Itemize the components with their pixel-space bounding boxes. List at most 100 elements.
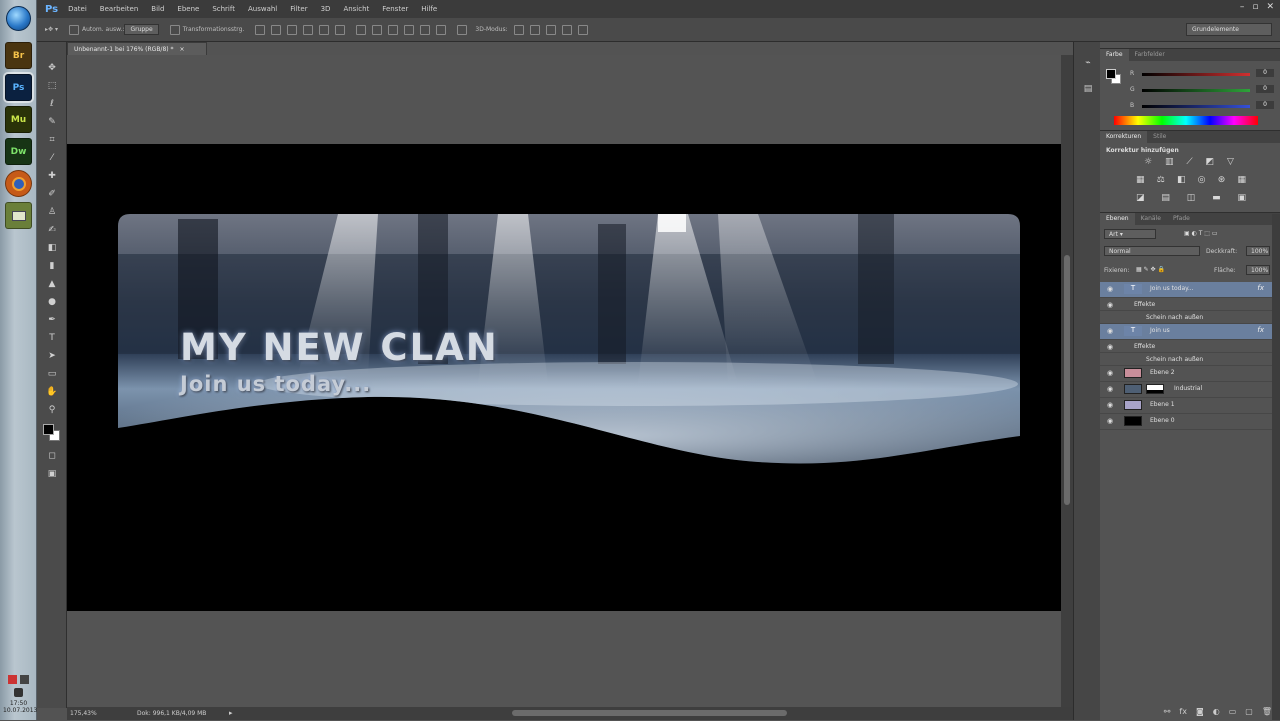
firefox-icon[interactable]	[5, 170, 32, 197]
threshold-icon[interactable]: ◫	[1187, 193, 1196, 203]
menu-item-3d[interactable]: 3D	[321, 5, 331, 13]
blur-tool-icon[interactable]: ▲	[46, 278, 58, 290]
hand-tool-icon[interactable]: ✋	[46, 386, 58, 398]
type-tool-icon[interactable]: T	[46, 332, 58, 344]
path-select-tool-icon[interactable]: ➤	[46, 350, 58, 362]
document-tab[interactable]: Unbenannt-1 bei 176% (RGB/8) * ×	[67, 42, 207, 55]
distribute-vcenter-icon[interactable]	[372, 24, 383, 35]
black-white-icon[interactable]: ◧	[1177, 175, 1186, 185]
channel-value-input[interactable]: 0	[1256, 101, 1274, 109]
channel-value-input[interactable]: 0	[1256, 85, 1274, 93]
selective-color-icon[interactable]: ▣	[1237, 193, 1246, 203]
menu-item-ansicht[interactable]: Ansicht	[343, 5, 369, 13]
move-tool-preset[interactable]: ▸✥ ▾	[45, 26, 58, 33]
layer-effect-row[interactable]: ◉ Effekte	[1100, 298, 1272, 311]
channel-mixer-icon[interactable]: ⊛	[1218, 175, 1226, 185]
clone-stamp-tool-icon[interactable]: ♙	[46, 206, 58, 218]
layer-style-icon[interactable]: fx	[1179, 707, 1187, 721]
new-group-icon[interactable]: ▭	[1229, 707, 1237, 721]
eye-icon[interactable]: ◉	[1107, 417, 1113, 425]
history-panel-icon[interactable]: ⌁	[1082, 58, 1094, 70]
vibrance-icon[interactable]: ▽	[1227, 157, 1234, 167]
clock-time[interactable]: 17:50	[3, 700, 34, 707]
color-panel-tab-1[interactable]: Farbfelder	[1129, 49, 1171, 61]
eyedropper-tool-icon[interactable]: ⁄	[46, 152, 58, 164]
app-icon[interactable]	[5, 202, 32, 229]
layer-row[interactable]: ◉ Industrial	[1100, 382, 1272, 398]
color-lookup-icon[interactable]: ▦	[1237, 175, 1246, 185]
eye-icon[interactable]: ◉	[1107, 401, 1113, 409]
menu-item-datei[interactable]: Datei	[68, 5, 87, 13]
gradient-map-icon[interactable]: ▬	[1212, 193, 1221, 203]
hue-saturation-icon[interactable]: ▦	[1136, 175, 1145, 185]
layer-mask-thumbnail[interactable]	[1146, 384, 1164, 394]
gradient-tool-icon[interactable]: ▮	[46, 260, 58, 272]
taskbar-app-br[interactable]: Br	[5, 42, 32, 69]
layers-panel-tab-0[interactable]: Ebenen	[1100, 213, 1135, 225]
align-hcenter-icon[interactable]	[319, 24, 330, 35]
layer-effect-row[interactable]: Schein nach außen	[1100, 353, 1272, 366]
screen-mode-icon[interactable]: ▣	[46, 468, 58, 480]
document-canvas[interactable]: MY NEW CLAN Join us today...	[67, 144, 1061, 611]
eraser-tool-icon[interactable]: ◧	[46, 242, 58, 254]
eye-icon[interactable]: ◉	[1107, 385, 1113, 393]
menu-item-filter[interactable]: Filter	[290, 5, 307, 13]
windows-start-button[interactable]	[6, 6, 31, 31]
layer-row[interactable]: ◉ Ebene 2	[1100, 366, 1272, 382]
auto-select-checkbox[interactable]	[68, 24, 79, 35]
minimize-icon[interactable]: –	[1240, 2, 1245, 12]
photo-filter-icon[interactable]: ◎	[1198, 175, 1206, 185]
quick-mask-icon[interactable]: ◻	[46, 450, 58, 462]
auto-align-icon[interactable]	[454, 24, 468, 35]
distribute-bottom-icon[interactable]	[388, 24, 399, 35]
eye-icon[interactable]: ◉	[1107, 369, 1113, 377]
healing-brush-tool-icon[interactable]: ✚	[46, 170, 58, 182]
curves-icon[interactable]: ⟋	[1186, 157, 1192, 167]
zoom-level[interactable]: 175,43%	[70, 710, 97, 717]
new-layer-icon[interactable]: ▢	[1245, 707, 1253, 721]
menu-item-fenster[interactable]: Fenster	[382, 5, 408, 13]
align-top-icon[interactable]	[255, 24, 266, 35]
posterize-icon[interactable]: ▤	[1161, 193, 1170, 203]
quick-select-tool-icon[interactable]: ✎	[46, 116, 58, 128]
brush-tool-icon[interactable]: ✐	[46, 188, 58, 200]
adjustments-panel-tab-1[interactable]: Stile	[1147, 131, 1172, 143]
channel-value-input[interactable]: 0	[1256, 69, 1274, 77]
layer-effect-row[interactable]: Schein nach außen	[1100, 311, 1272, 324]
layers-panel-tab-1[interactable]: Kanäle	[1135, 213, 1167, 225]
distribute-top-icon[interactable]	[356, 24, 367, 35]
layer-row[interactable]: ◉ T Join us today... fx	[1100, 282, 1272, 298]
vertical-scroll-thumb[interactable]	[1064, 255, 1070, 505]
shape-tool-icon[interactable]: ▭	[46, 368, 58, 380]
delete-layer-icon[interactable]: 🗑	[1262, 707, 1272, 721]
close-icon[interactable]: ✕	[1266, 2, 1274, 12]
fx-icon[interactable]: fx	[1257, 326, 1264, 334]
layer-filter-dropdown[interactable]: Art ▾	[1104, 229, 1156, 239]
crop-tool-icon[interactable]: ⌗	[46, 134, 58, 146]
color-panel-foreground-swatch[interactable]	[1106, 69, 1116, 79]
3d-roll-icon[interactable]	[529, 24, 540, 35]
workspace-switcher[interactable]: Grundelemente	[1186, 23, 1272, 36]
menu-item-hilfe[interactable]: Hilfe	[421, 5, 437, 13]
eye-icon[interactable]: ◉	[1107, 327, 1113, 335]
3d-rotate-icon[interactable]	[513, 24, 524, 35]
blend-mode-dropdown[interactable]: Normal	[1104, 246, 1200, 256]
menu-item-auswahl[interactable]: Auswahl	[248, 5, 277, 13]
marquee-tool-icon[interactable]: ⬚	[46, 80, 58, 92]
align-left-icon[interactable]	[303, 24, 314, 35]
dodge-tool-icon[interactable]: ●	[46, 296, 58, 308]
add-mask-icon[interactable]: ◙	[1196, 707, 1204, 721]
opacity-input[interactable]: 100%	[1246, 246, 1270, 256]
flag-icon[interactable]	[7, 675, 17, 684]
layer-row[interactable]: ◉ Ebene 1	[1100, 398, 1272, 414]
align-vcenter-icon[interactable]	[271, 24, 282, 35]
distribute-right-icon[interactable]	[436, 24, 447, 35]
exposure-icon[interactable]: ◩	[1206, 157, 1215, 167]
color-balance-icon[interactable]: ⚖	[1157, 175, 1165, 185]
status-menu-arrow-icon[interactable]: ▸	[229, 709, 233, 717]
transform-controls-option[interactable]: Transformationsstrg.	[167, 24, 244, 35]
invert-icon[interactable]: ◪	[1136, 193, 1145, 203]
distribute-hcenter-icon[interactable]	[420, 24, 431, 35]
restore-icon[interactable]: ▫	[1252, 2, 1258, 12]
lock-icons[interactable]: ▦ ✎ ✥ 🔒	[1136, 266, 1165, 273]
